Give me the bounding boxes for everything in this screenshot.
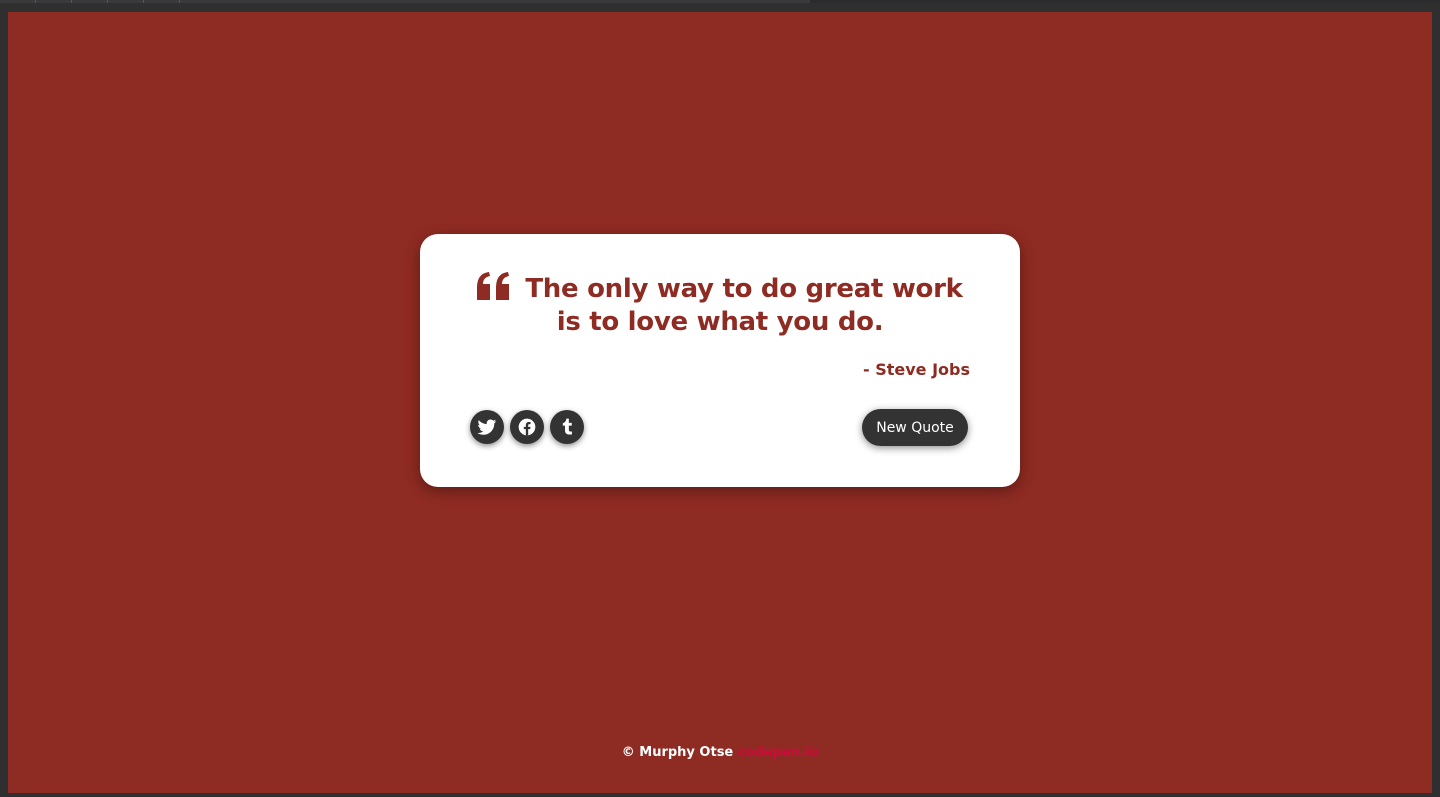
quote-page: The only way to do great work is to love… [8,12,1432,793]
quote-text: The only way to do great work is to love… [525,274,963,337]
quote-text-container: The only way to do great work is to love… [470,272,970,339]
share-tumblr-button[interactable] [550,410,584,444]
share-facebook-button[interactable] [510,410,544,444]
facebook-icon [518,418,536,436]
quote-author: - Steve Jobs [862,360,970,379]
footer: © Murphy Otse codepen.io [8,745,1432,760]
footer-copyright: © Murphy Otse [621,745,734,760]
tumblr-icon [562,418,572,435]
quote-left-icon [477,272,510,300]
new-quote-button[interactable]: New Quote [862,409,968,446]
share-buttons [470,410,584,444]
footer-link[interactable]: codepen.io [738,745,818,760]
quote-box: The only way to do great work is to love… [420,234,1020,487]
twitter-icon [477,419,497,435]
tweet-quote-button[interactable] [470,410,504,444]
preview-frame: The only way to do great work is to love… [0,3,1440,797]
